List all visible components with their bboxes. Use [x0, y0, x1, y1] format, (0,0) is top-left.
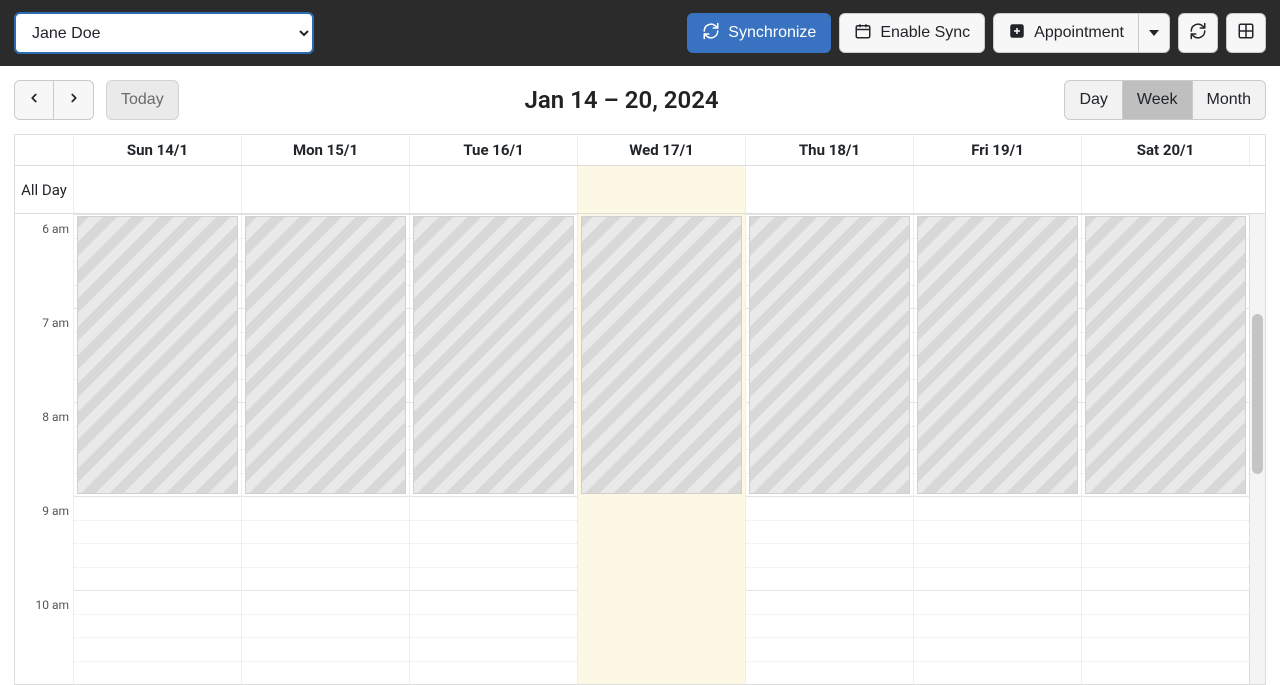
all-day-cell[interactable] — [241, 166, 409, 213]
all-day-cell[interactable] — [745, 166, 913, 213]
time-label: 7 am — [42, 316, 69, 330]
next-button[interactable] — [54, 80, 94, 120]
day-header[interactable]: Fri 19/1 — [913, 135, 1081, 165]
view-switch: Day Week Month — [1064, 80, 1266, 120]
grid-icon — [1237, 22, 1255, 44]
day-header[interactable]: Sat 20/1 — [1081, 135, 1249, 165]
unavailable-block — [77, 216, 238, 494]
time-label: 6 am — [42, 222, 69, 236]
day-header[interactable]: Sun 14/1 — [73, 135, 241, 165]
appointment-caret[interactable] — [1139, 13, 1170, 53]
day-header[interactable]: Mon 15/1 — [241, 135, 409, 165]
enable-sync-label: Enable Sync — [880, 25, 970, 41]
calendar-title: Jan 14 – 20, 2024 — [191, 86, 1053, 114]
calendar-grid: Sun 14/1 Mon 15/1 Tue 16/1 Wed 17/1 Thu … — [14, 134, 1266, 685]
synchronize-button[interactable]: Synchronize — [687, 13, 831, 53]
all-day-row: All Day — [15, 166, 1265, 214]
unavailable-block — [413, 216, 574, 494]
calendar-scrollbar[interactable] — [1249, 214, 1265, 684]
days-area[interactable] — [73, 214, 1249, 684]
toggle-view-button[interactable] — [1226, 13, 1266, 53]
plus-square-icon — [1008, 22, 1026, 44]
sync-icon — [702, 22, 720, 44]
caret-down-icon — [1149, 30, 1159, 36]
all-day-cell[interactable] — [1081, 166, 1249, 213]
appointment-split-button: Appointment — [993, 13, 1170, 53]
prev-button[interactable] — [14, 80, 54, 120]
view-month[interactable]: Month — [1193, 80, 1266, 120]
unavailable-block — [245, 216, 406, 494]
time-grid: 6 am 7 am 8 am 9 am 10 am — [15, 214, 1265, 684]
synchronize-label: Synchronize — [728, 25, 816, 41]
today-button[interactable]: Today — [106, 80, 179, 120]
scroll-gutter-allday — [1249, 166, 1265, 213]
axis-gutter-head — [15, 135, 73, 165]
reload-icon — [1189, 22, 1207, 44]
all-day-cell[interactable] — [577, 166, 745, 213]
day-header[interactable]: Wed 17/1 — [577, 135, 745, 165]
view-week[interactable]: Week — [1123, 80, 1193, 120]
enable-sync-button[interactable]: Enable Sync — [839, 13, 985, 53]
time-axis: 6 am 7 am 8 am 9 am 10 am — [15, 214, 73, 684]
day-column[interactable] — [73, 214, 241, 684]
calendar-header: Today Jan 14 – 20, 2024 Day Week Month — [0, 66, 1280, 134]
time-label: 8 am — [42, 410, 69, 424]
day-header-row: Sun 14/1 Mon 15/1 Tue 16/1 Wed 17/1 Thu … — [15, 135, 1265, 166]
day-header[interactable]: Tue 16/1 — [409, 135, 577, 165]
top-toolbar: Jane Doe Synchronize Enable Sync Appoint… — [0, 0, 1280, 66]
nav-group — [14, 80, 94, 120]
calendar-icon — [854, 22, 872, 44]
chevron-left-icon — [27, 91, 41, 109]
new-appointment-button[interactable]: Appointment — [993, 13, 1139, 53]
all-day-cell[interactable] — [73, 166, 241, 213]
unavailable-block — [917, 216, 1078, 494]
unavailable-block — [581, 216, 742, 494]
scroll-gutter-head — [1249, 135, 1265, 165]
day-header[interactable]: Thu 18/1 — [745, 135, 913, 165]
all-day-cell[interactable] — [409, 166, 577, 213]
appointment-label: Appointment — [1034, 25, 1124, 41]
all-day-cell[interactable] — [913, 166, 1081, 213]
day-column[interactable] — [577, 214, 745, 684]
unavailable-block — [749, 216, 910, 494]
day-column[interactable] — [745, 214, 913, 684]
day-column[interactable] — [241, 214, 409, 684]
view-day[interactable]: Day — [1064, 80, 1122, 120]
day-column[interactable] — [1081, 214, 1249, 684]
all-day-label: All Day — [15, 166, 73, 213]
day-column[interactable] — [409, 214, 577, 684]
scroll-thumb[interactable] — [1252, 314, 1263, 474]
provider-select[interactable]: Jane Doe — [14, 12, 314, 54]
time-label: 9 am — [42, 504, 69, 518]
time-label: 10 am — [35, 598, 69, 612]
chevron-right-icon — [67, 91, 81, 109]
reload-button[interactable] — [1178, 13, 1218, 53]
unavailable-block — [1085, 216, 1246, 494]
day-column[interactable] — [913, 214, 1081, 684]
